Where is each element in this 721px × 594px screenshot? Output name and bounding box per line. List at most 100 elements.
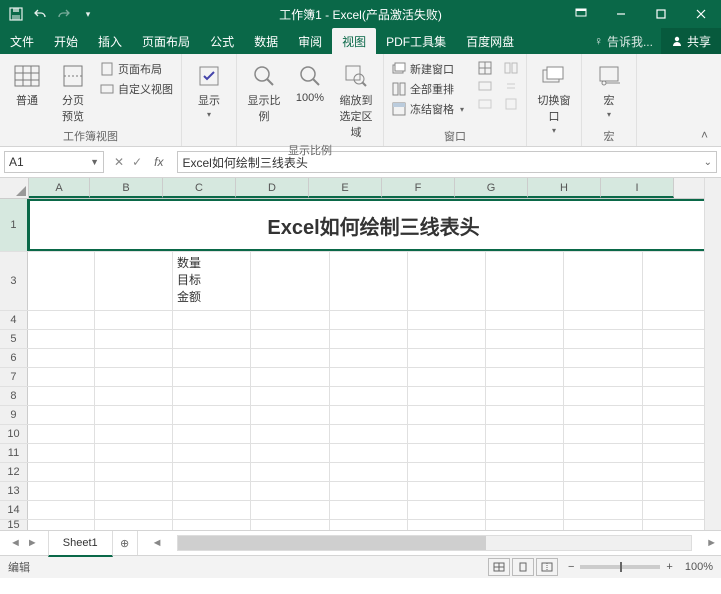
chevron-down-icon[interactable]: ▼: [90, 157, 99, 167]
cell[interactable]: [28, 387, 95, 405]
zoom-selection-button[interactable]: 缩放到 选定区域: [335, 58, 377, 140]
cell[interactable]: [28, 444, 95, 462]
column-header[interactable]: C: [163, 178, 236, 198]
cell[interactable]: [28, 520, 95, 530]
cell[interactable]: [173, 425, 251, 443]
cell[interactable]: [28, 311, 95, 329]
cell[interactable]: [95, 368, 173, 386]
cell[interactable]: [173, 387, 251, 405]
cell[interactable]: [173, 311, 251, 329]
merged-cell[interactable]: Excel如何绘制三线表头: [28, 199, 719, 251]
minimize-button[interactable]: [601, 0, 641, 28]
page-break-button[interactable]: 分页 预览: [52, 58, 94, 124]
custom-view-button[interactable]: 自定义视图: [98, 80, 175, 98]
tab-page-layout[interactable]: 页面布局: [132, 28, 200, 54]
close-button[interactable]: [681, 0, 721, 28]
cell[interactable]: [251, 252, 329, 310]
cell[interactable]: [564, 368, 642, 386]
maximize-button[interactable]: [641, 0, 681, 28]
tab-file[interactable]: 文件: [0, 28, 44, 54]
row-header[interactable]: 6: [0, 349, 28, 367]
row-header[interactable]: 1: [0, 199, 29, 251]
row-header[interactable]: 14: [0, 501, 28, 519]
tab-data[interactable]: 数据: [244, 28, 288, 54]
cell[interactable]: [173, 463, 251, 481]
column-header[interactable]: H: [528, 178, 601, 198]
cell[interactable]: [28, 425, 95, 443]
tab-baidu[interactable]: 百度网盘: [456, 28, 524, 54]
cell[interactable]: [330, 444, 408, 462]
normal-view-button[interactable]: 普通: [6, 58, 48, 108]
cell[interactable]: [28, 482, 95, 500]
cell[interactable]: [95, 425, 173, 443]
sheet-nav-next-icon[interactable]: ►: [27, 537, 38, 549]
horizontal-scrollbar[interactable]: ◄ ►: [148, 535, 721, 551]
cell[interactable]: [486, 406, 564, 424]
cell[interactable]: [330, 387, 408, 405]
cell[interactable]: [251, 368, 329, 386]
zoom-out-icon[interactable]: −: [568, 561, 574, 573]
cell[interactable]: [564, 349, 642, 367]
tell-me[interactable]: ♀告诉我...: [586, 28, 661, 54]
cell[interactable]: [564, 330, 642, 348]
select-all-corner[interactable]: [0, 178, 29, 198]
view-side-button[interactable]: [502, 60, 520, 76]
macros-button[interactable]: 宏▾: [588, 58, 630, 119]
collapse-ribbon-icon[interactable]: ˄: [701, 128, 715, 142]
cell[interactable]: [564, 501, 642, 519]
cell[interactable]: [408, 482, 486, 500]
cell[interactable]: [330, 406, 408, 424]
cell[interactable]: [173, 349, 251, 367]
cell[interactable]: [330, 368, 408, 386]
cell[interactable]: [486, 311, 564, 329]
zoom-in-icon[interactable]: +: [666, 561, 672, 573]
cell[interactable]: [564, 252, 642, 310]
cell[interactable]: [95, 330, 173, 348]
cell[interactable]: [95, 387, 173, 405]
cell[interactable]: [28, 252, 95, 310]
cell[interactable]: [95, 463, 173, 481]
cancel-icon[interactable]: ✕: [114, 155, 124, 169]
page-layout-button[interactable]: 页面布局: [98, 60, 175, 78]
tab-review[interactable]: 审阅: [288, 28, 332, 54]
row-header[interactable]: 9: [0, 406, 28, 424]
row-header[interactable]: 12: [0, 463, 28, 481]
row-header[interactable]: 5: [0, 330, 28, 348]
row-header[interactable]: 10: [0, 425, 28, 443]
tab-pdf-tools[interactable]: PDF工具集: [376, 28, 456, 54]
cell[interactable]: [251, 425, 329, 443]
cell[interactable]: [486, 463, 564, 481]
cell[interactable]: [251, 520, 329, 530]
cell[interactable]: [408, 349, 486, 367]
column-header[interactable]: A: [29, 178, 90, 198]
name-box[interactable]: A1▼: [4, 151, 104, 173]
cell[interactable]: [251, 330, 329, 348]
hide-button[interactable]: [476, 78, 494, 94]
cell[interactable]: [251, 482, 329, 500]
qat-dropdown-icon[interactable]: ▾: [80, 6, 96, 22]
tab-formulas[interactable]: 公式: [200, 28, 244, 54]
column-header[interactable]: B: [90, 178, 163, 198]
sync-scroll-button[interactable]: [502, 78, 520, 94]
cell[interactable]: [95, 406, 173, 424]
cell[interactable]: [251, 463, 329, 481]
spreadsheet-grid[interactable]: ABCDEFGHI 1Excel如何绘制三线表头3数量 目标 金额4567891…: [0, 178, 721, 530]
column-header[interactable]: I: [601, 178, 674, 198]
cell[interactable]: [95, 482, 173, 500]
unhide-button[interactable]: [476, 96, 494, 112]
row-header[interactable]: 13: [0, 482, 28, 500]
scroll-left-icon[interactable]: ◄: [152, 537, 163, 549]
cell[interactable]: [28, 349, 95, 367]
reset-pos-button[interactable]: [502, 96, 520, 112]
cell[interactable]: [486, 482, 564, 500]
cell[interactable]: [564, 387, 642, 405]
show-button[interactable]: 显示▾: [188, 58, 230, 119]
cell[interactable]: [330, 330, 408, 348]
undo-icon[interactable]: [32, 6, 48, 22]
formula-input[interactable]: Excel如何绘制三线表头⌄: [177, 151, 717, 173]
vertical-scrollbar[interactable]: [704, 178, 721, 530]
cell[interactable]: [28, 501, 95, 519]
row-header[interactable]: 4: [0, 311, 28, 329]
view-normal-icon[interactable]: [488, 558, 510, 576]
cell[interactable]: [408, 425, 486, 443]
